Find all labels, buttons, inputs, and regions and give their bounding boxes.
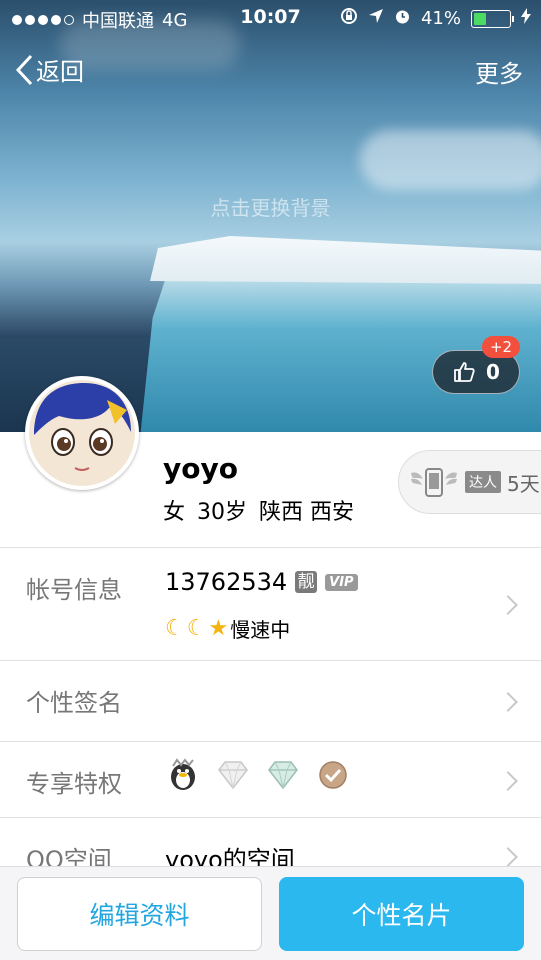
- winged-phone-icon: [411, 468, 457, 497]
- privilege-icons: [165, 758, 351, 792]
- vip-badge: VIP: [325, 573, 358, 591]
- level-speed: ☾ ☾ ★ 慢速中: [165, 614, 290, 643]
- alarm-clock-icon: [394, 8, 411, 30]
- battery-icon: [471, 9, 514, 28]
- status-bar: 中国联通 4G 10:07 41%: [0, 0, 541, 36]
- location-arrow-icon: [368, 8, 384, 29]
- star-icon: ★: [208, 616, 229, 641]
- moon-icon: ☾: [186, 616, 207, 641]
- daren-label: 达人: [465, 471, 501, 493]
- daren-badge[interactable]: 达人 5天: [398, 450, 541, 514]
- qq-penguin-icon: [171, 758, 195, 790]
- moon-icon: ☾: [165, 616, 185, 641]
- privileges-row[interactable]: 专享特权: [0, 742, 541, 818]
- rotation-lock-icon: [340, 7, 358, 30]
- back-button[interactable]: 返回: [14, 52, 84, 87]
- edit-profile-button[interactable]: 编辑资料: [17, 877, 262, 951]
- profile-city: 西安: [310, 500, 355, 525]
- chevron-right-icon: [498, 771, 518, 791]
- account-info-row[interactable]: 帐号信息 13762534 靓 VIP ☾ ☾ ★ 慢速中: [0, 548, 541, 661]
- signature-label: 个性签名: [26, 689, 122, 717]
- white-diamond-icon: [218, 761, 248, 790]
- profile-name: yoyo: [163, 452, 238, 485]
- profile-gender: 女: [163, 500, 186, 525]
- profile-province: 陕西: [259, 500, 304, 525]
- speed-status: 慢速中: [230, 618, 291, 642]
- bottom-action-bar: 编辑资料 个性名片: [0, 866, 541, 960]
- account-info-label: 帐号信息: [26, 576, 122, 604]
- thumbs-up-icon: [454, 362, 475, 382]
- charging-bolt-icon: [521, 8, 531, 29]
- like-increase-badge: +2: [482, 336, 520, 358]
- account-number-group: 13762534 靓 VIP: [165, 568, 358, 596]
- cloud-decoration: [360, 130, 541, 190]
- chevron-right-icon: [498, 595, 518, 615]
- signature-row[interactable]: 个性签名: [0, 661, 541, 742]
- green-diamond-icon: [268, 761, 298, 790]
- profile-location: 陕西 西安: [259, 494, 354, 526]
- privileges-label: 专享特权: [26, 770, 122, 798]
- account-number: 13762534: [165, 568, 288, 596]
- battery-percent: 41%: [420, 8, 461, 29]
- like-count: 0: [486, 360, 500, 384]
- personal-card-button[interactable]: 个性名片: [279, 877, 524, 951]
- daren-days: 5天: [507, 471, 540, 496]
- profile-meta: 女 30岁 陕西 西安: [163, 494, 354, 526]
- profile-age: 30岁: [197, 500, 248, 525]
- chevron-right-icon: [498, 692, 518, 712]
- chevron-right-icon: [498, 847, 518, 867]
- profile-info-list: 帐号信息 13762534 靓 VIP ☾ ☾ ★ 慢速中 个性签名 专享特权: [0, 547, 541, 888]
- chevron-left-icon: [15, 54, 33, 85]
- back-label: 返回: [36, 58, 84, 86]
- change-background-hint[interactable]: 点击更换背景: [0, 192, 541, 221]
- liang-badge: 靓: [295, 571, 318, 593]
- avatar[interactable]: [25, 376, 139, 490]
- verified-badge-icon: [319, 761, 347, 789]
- more-button[interactable]: 更多: [475, 54, 523, 89]
